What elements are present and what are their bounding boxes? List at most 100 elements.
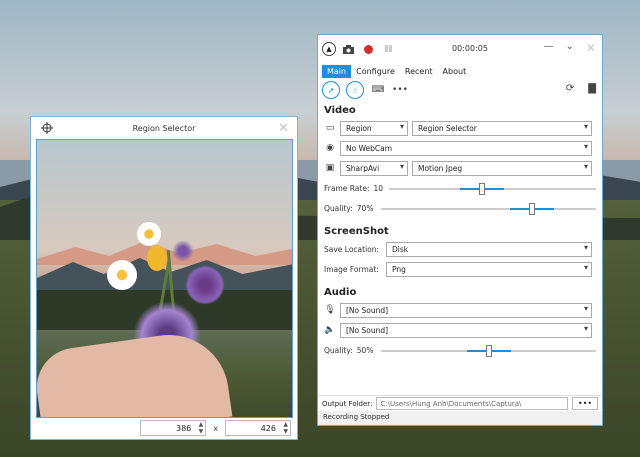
- output-folder-row: Output Folder: C:\Users\Hung Anh\Documen…: [318, 395, 602, 411]
- cursor-icon[interactable]: ➚: [322, 81, 340, 99]
- size-separator: x: [213, 423, 218, 433]
- tab-about[interactable]: About: [438, 65, 472, 78]
- audio-quality-slider[interactable]: [380, 343, 596, 358]
- video-quality-value: 70%: [356, 203, 374, 213]
- screenshot-heading: ScreenShot: [324, 226, 389, 237]
- audio-quality-row: Quality: 50%: [318, 340, 602, 360]
- browse-button[interactable]: •••: [572, 397, 598, 410]
- audio-quality-label: Quality:: [324, 345, 353, 355]
- toolbar: ➚ ☝ ⌨ ••• ⟳ ▇: [318, 79, 602, 101]
- audio-quality-value: 50%: [356, 345, 374, 355]
- codec-select[interactable]: Motion Jpeg: [412, 160, 592, 176]
- webcam-icon: ◉: [326, 143, 334, 153]
- video-quality-slider[interactable]: [380, 201, 596, 216]
- height-value: 426: [260, 423, 276, 433]
- minimize-icon[interactable]: —: [544, 41, 554, 55]
- microphone-icon: 🎙: [324, 305, 336, 315]
- more-icon[interactable]: •••: [392, 82, 408, 98]
- microphone-row: 🎙 [No Sound]: [318, 300, 602, 320]
- mouse-click-icon[interactable]: ☝: [346, 81, 364, 99]
- status-bar: Recording Stopped: [318, 411, 602, 425]
- save-icon: ▣: [325, 163, 335, 173]
- chevron-down-double-icon[interactable]: ⌄: [566, 41, 574, 55]
- folder-icon[interactable]: ▇: [588, 83, 596, 94]
- image-format-label: Image Format:: [324, 264, 379, 274]
- spin-arrows-icon[interactable]: ▲ ▼: [199, 421, 204, 435]
- video-source-select[interactable]: Region Selector: [412, 120, 592, 136]
- save-location-select[interactable]: Disk: [386, 241, 592, 257]
- record-icon: [363, 44, 373, 54]
- image-format-value: Png: [392, 264, 406, 274]
- camera-icon[interactable]: [340, 41, 356, 57]
- monitor-icon: ▭: [325, 123, 335, 133]
- captura-titlebar[interactable]: ▲ ▮▮ 00:00:05 — ⌄ ✕: [318, 35, 602, 63]
- region-selector-titlebar[interactable]: Region Selector ✕: [31, 117, 297, 139]
- tab-recent[interactable]: Recent: [400, 65, 438, 78]
- slider-thumb[interactable]: [485, 344, 492, 357]
- microphone-value: [No Sound]: [346, 305, 389, 315]
- video-writer-value: SharpAvi: [346, 163, 380, 173]
- frame-rate-label: Frame Rate:: [324, 183, 370, 193]
- toolbar-right: ⟳ ▇: [566, 83, 596, 94]
- frame-rate-slider[interactable]: [389, 181, 596, 196]
- output-folder-label: Output Folder:: [322, 399, 373, 408]
- codec-value: Motion Jpeg: [418, 163, 463, 173]
- video-writer-row: ▣ SharpAvi Motion Jpeg: [318, 158, 602, 178]
- height-stepper[interactable]: 426 ▲ ▼: [225, 420, 291, 436]
- slider-track: [380, 207, 596, 210]
- collapse-up-icon[interactable]: ▲: [322, 42, 336, 56]
- output-folder-field[interactable]: C:\Users\Hung Anh\Documents\Captura\: [376, 397, 568, 410]
- save-location-row: Save Location: Disk: [318, 239, 602, 259]
- slider-thumb[interactable]: [528, 202, 535, 215]
- video-writer-select[interactable]: SharpAvi: [340, 160, 408, 176]
- refresh-icon[interactable]: ⟳: [566, 83, 574, 94]
- region-selector-window[interactable]: Region Selector ✕ 386 ▲ ▼ x 426 ▲ ▼: [30, 116, 298, 440]
- tab-configure[interactable]: Configure: [351, 65, 400, 78]
- tab-bar: Main Configure Recent About: [318, 63, 602, 79]
- video-source-row: ▭ Region Region Selector: [318, 118, 602, 138]
- region-selector-title: Region Selector: [132, 123, 196, 133]
- video-heading: Video: [324, 105, 356, 116]
- image-format-row: Image Format: Png: [318, 259, 602, 279]
- purple-flower: [185, 265, 225, 305]
- video-quality-row: Quality: 70%: [318, 198, 602, 218]
- webcam-select[interactable]: No WebCam: [340, 140, 592, 156]
- captura-window[interactable]: ▲ ▮▮ 00:00:05 — ⌄ ✕ Main Configure Recen…: [317, 34, 603, 426]
- width-value: 386: [175, 423, 192, 433]
- video-source-type-value: Region: [346, 123, 372, 133]
- video-source-value: Region Selector: [418, 123, 477, 133]
- keyboard-icon[interactable]: ⌨: [370, 82, 386, 98]
- webcam-value: No WebCam: [346, 143, 393, 153]
- region-size-controls: 386 ▲ ▼ x 426 ▲ ▼: [31, 417, 297, 439]
- microphone-select[interactable]: [No Sound]: [340, 302, 592, 318]
- speaker-row: 🔈 [No Sound]: [318, 320, 602, 340]
- tab-main[interactable]: Main: [322, 64, 352, 78]
- white-daisy: [137, 222, 161, 246]
- close-icon[interactable]: ✕: [278, 121, 289, 136]
- audio-heading: Audio: [324, 287, 357, 298]
- slider-thumb[interactable]: [479, 182, 486, 195]
- frame-rate-value: 10: [373, 183, 384, 193]
- speaker-select[interactable]: [No Sound]: [340, 322, 592, 338]
- recording-timer: 00:00:05: [452, 44, 488, 53]
- video-quality-label: Quality:: [324, 203, 353, 213]
- pause-icon[interactable]: ▮▮: [380, 41, 396, 57]
- width-stepper[interactable]: 386 ▲ ▼: [140, 420, 207, 436]
- spin-arrows-icon[interactable]: ▲ ▼: [283, 421, 288, 435]
- region-capture-area[interactable]: [36, 139, 293, 418]
- speaker-icon: 🔈: [324, 325, 336, 335]
- image-format-select[interactable]: Png: [386, 261, 592, 277]
- white-daisy: [107, 260, 137, 290]
- video-source-type-select[interactable]: Region: [340, 120, 408, 136]
- speaker-value: [No Sound]: [346, 325, 389, 335]
- close-icon[interactable]: ✕: [586, 41, 596, 55]
- purple-flower: [172, 240, 194, 262]
- crosshair-icon[interactable]: [41, 122, 53, 134]
- save-location-value: Disk: [392, 244, 409, 254]
- window-controls: — ⌄ ✕: [544, 41, 596, 55]
- yellow-flower: [147, 245, 167, 271]
- record-button[interactable]: [360, 41, 376, 57]
- save-location-label: Save Location:: [324, 244, 380, 254]
- frame-rate-row: Frame Rate: 10: [318, 178, 602, 198]
- webcam-row: ◉ No WebCam: [318, 138, 602, 158]
